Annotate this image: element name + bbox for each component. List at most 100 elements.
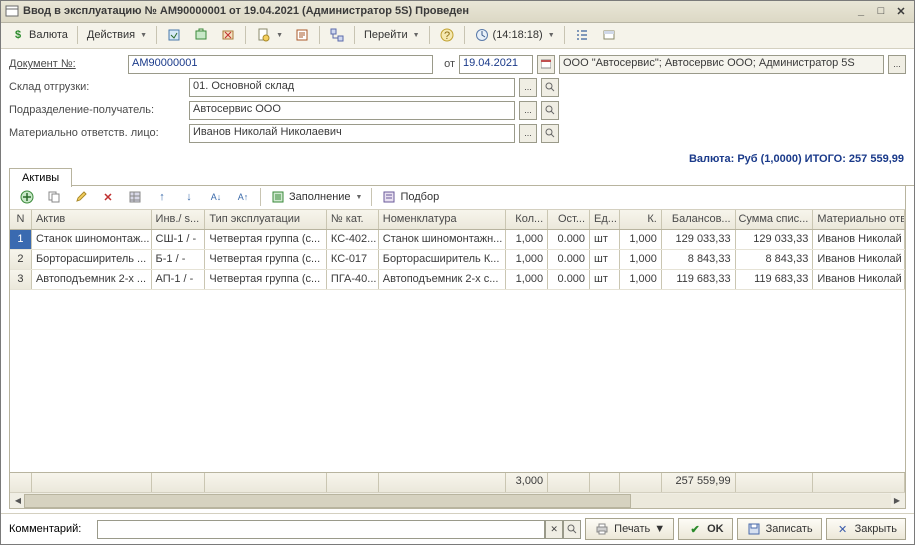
cell-k[interactable]: 1,000 [620,230,662,249]
warehouse-input[interactable]: 01. Основной склад [189,78,515,97]
actions-button[interactable]: Действия ▼ [82,24,152,46]
division-select-button[interactable]: ... [519,101,537,120]
sort-desc-button[interactable]: A↑ [230,186,256,208]
cell-qty[interactable]: 1,000 [506,230,548,249]
cell-cat[interactable]: ПГА-40... [327,270,379,289]
cell-bal[interactable]: 8 843,33 [662,250,736,269]
horizontal-scrollbar[interactable]: ◀ ▶ [10,492,905,508]
division-open-button[interactable] [541,101,559,120]
cell-cat[interactable]: КС-402... [327,230,379,249]
cell-sum[interactable]: 129 033,33 [736,230,814,249]
refresh-button[interactable] [161,24,187,46]
new-from-button[interactable]: ▼ [250,24,288,46]
table-row[interactable]: 1 Станок шиномонтаж... СШ-1 / - Четверта… [10,230,905,250]
help-button[interactable]: ? [434,24,460,46]
responsible-open-button[interactable] [541,124,559,143]
cell-asset[interactable]: Станок шиномонтаж... [32,230,152,249]
fill-button[interactable]: Заполнение ▼ [265,186,367,208]
cell-bal[interactable]: 119 683,33 [662,270,736,289]
cell-inv[interactable]: СШ-1 / - [152,230,206,249]
report-button[interactable] [289,24,315,46]
tab-assets[interactable]: Активы [9,168,72,187]
cell-type[interactable]: Четвертая группа (с... [205,250,327,269]
close-button[interactable]: ✕ Закрыть [826,518,906,540]
scroll-left-icon[interactable]: ◀ [11,494,25,508]
table-row[interactable]: 2 Борторасширитель ... Б-1 / - Четвертая… [10,250,905,270]
col-nom[interactable]: Номенклатура [379,210,507,229]
cell-ed[interactable]: шт [590,250,620,269]
date-picker-button[interactable] [537,55,555,74]
responsible-input[interactable]: Иванов Николай Николаевич [189,124,515,143]
col-resp[interactable]: Материально отв... [813,210,905,229]
cell-type[interactable]: Четвертая группа (с... [205,230,327,249]
col-inv[interactable]: Инв./ s... [152,210,206,229]
print-button[interactable]: Печать ▼ [585,518,674,540]
cell-k[interactable]: 1,000 [620,250,662,269]
cell-type[interactable]: Четвертая группа (с... [205,270,327,289]
cell-inv[interactable]: Б-1 / - [152,250,206,269]
copy-row-button[interactable] [41,186,67,208]
maximize-button[interactable]: □ [872,3,890,19]
currency-button[interactable]: $ Валюта [5,24,73,46]
cell-asset[interactable]: Борторасширитель ... [32,250,152,269]
cell-asset[interactable]: Автоподъемник 2-х ... [32,270,152,289]
company-select-button[interactable]: ... [888,55,906,74]
col-cat[interactable]: № кат. [327,210,379,229]
cell-resp[interactable]: Иванов Николай ... [813,270,905,289]
document-number-label[interactable]: Документ №: [9,58,124,70]
cell-ed[interactable]: шт [590,230,620,249]
goto-button[interactable]: Перейти ▼ [359,24,425,46]
cell-nom[interactable]: Станок шиномонтажн... [379,230,507,249]
cell-qty[interactable]: 1,000 [506,250,548,269]
post-button[interactable] [188,24,214,46]
col-k[interactable]: К. [620,210,662,229]
cell-nom[interactable]: Борторасширитель К... [379,250,507,269]
col-qty[interactable]: Кол... [506,210,548,229]
move-up-button[interactable]: ↑ [149,186,175,208]
close-window-button[interactable]: ✕ [892,3,910,19]
col-ed[interactable]: Ед... [590,210,620,229]
cell-bal[interactable]: 129 033,33 [662,230,736,249]
cell-nom[interactable]: Автоподъемник 2-х с... [379,270,507,289]
move-down-button[interactable]: ↓ [176,186,202,208]
table-row[interactable]: 3 Автоподъемник 2-х ... АП-1 / - Четверт… [10,270,905,290]
sort-asc-button[interactable]: A↓ [203,186,229,208]
structure-button[interactable] [324,24,350,46]
col-asset[interactable]: Актив [32,210,152,229]
grid-body[interactable]: 1 Станок шиномонтаж... СШ-1 / - Четверта… [10,230,905,472]
col-bal[interactable]: Балансов... [662,210,736,229]
document-date-input[interactable]: 19.04.2021 [459,55,533,74]
comment-open-button[interactable] [563,520,581,539]
print-toolbar-button[interactable] [596,24,622,46]
col-ost[interactable]: Ост... [548,210,590,229]
cell-resp[interactable]: Иванов Николай ... [813,250,905,269]
col-n[interactable]: N [10,210,32,229]
cell-n[interactable]: 3 [10,270,32,289]
ok-button[interactable]: ✔ OK [678,518,733,540]
col-type[interactable]: Тип эксплуатации [205,210,327,229]
cell-qty[interactable]: 1,000 [506,270,548,289]
cell-ost[interactable]: 0.000 [548,230,590,249]
responsible-select-button[interactable]: ... [519,124,537,143]
division-input[interactable]: Автосервис ООО [189,101,515,120]
edit-row-button[interactable] [68,186,94,208]
cell-sum[interactable]: 8 843,33 [736,250,814,269]
select-button[interactable]: Подбор [376,186,444,208]
comment-input[interactable] [97,520,545,539]
cell-n[interactable]: 1 [10,230,32,249]
settings-button[interactable] [569,24,595,46]
warehouse-select-button[interactable]: ... [519,78,537,97]
comment-clear-button[interactable]: ✕ [545,520,563,539]
col-sum[interactable]: Сумма спис... [736,210,814,229]
cell-ost[interactable]: 0.000 [548,270,590,289]
toggle-button[interactable] [122,186,148,208]
save-button[interactable]: Записать [737,518,822,540]
unpost-button[interactable] [215,24,241,46]
cell-resp[interactable]: Иванов Николай ... [813,230,905,249]
document-number-input[interactable]: АМ90000001 [128,55,433,74]
add-row-button[interactable] [14,186,40,208]
cell-n[interactable]: 2 [10,250,32,269]
time-button[interactable]: (14:18:18) ▼ [469,24,560,46]
minimize-button[interactable]: _ [852,3,870,19]
cell-ed[interactable]: шт [590,270,620,289]
